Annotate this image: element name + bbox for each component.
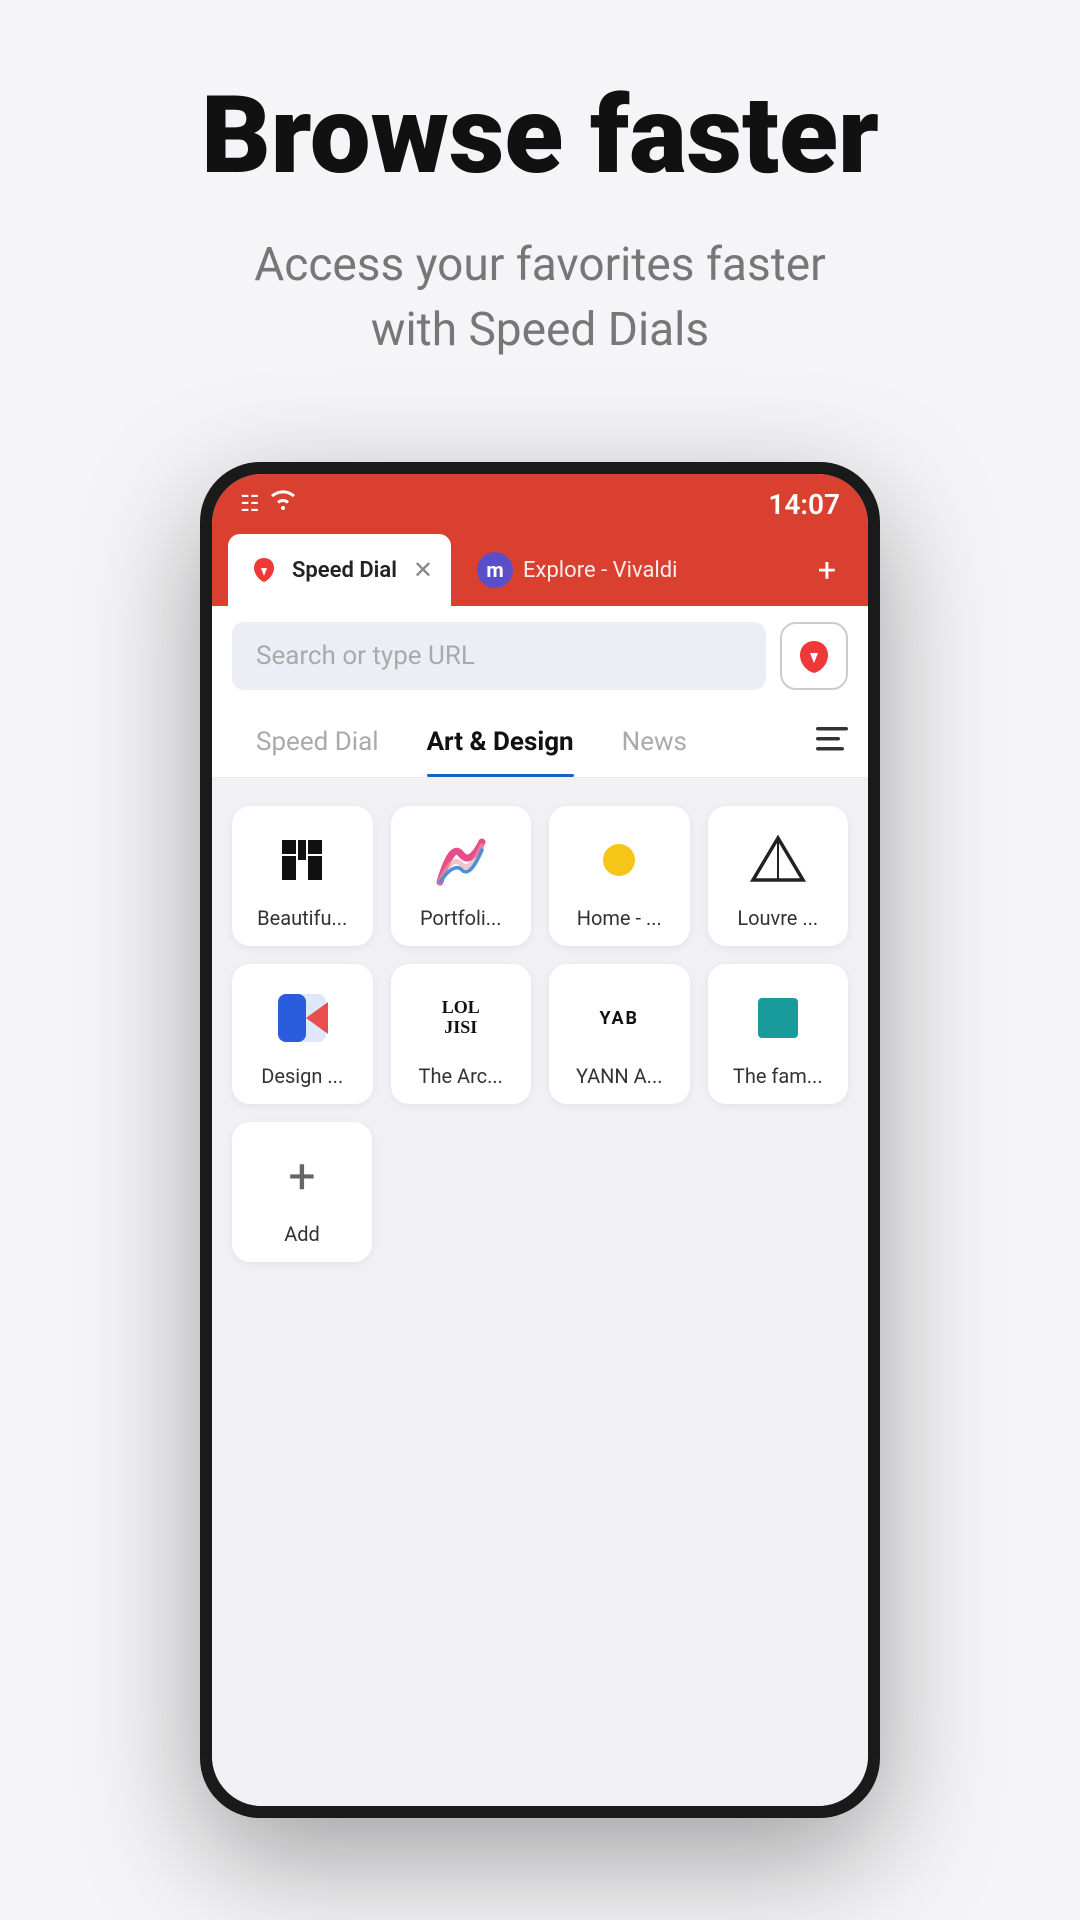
status-time: 14:07 [768,488,840,521]
search-row: Search or type URL [212,606,868,706]
status-icons: ☷ [240,490,296,518]
grid-row-2: Design ... LOLJISI The Arc... YAB [232,964,848,1104]
add-tab-button[interactable]: + [802,534,852,606]
home-icon [587,828,651,892]
louvre-label: Louvre ... [720,906,837,930]
phone-screen: ☷ 14:07 Speed Dial ✕ [212,474,868,1806]
dial-design[interactable]: Design ... [232,964,373,1104]
vivaldi-logo-icon [246,552,282,588]
mastodon-logo-icon: m [477,552,513,588]
grid-row-1: Beautifu... Portfoli... [232,806,848,946]
art-design-nav-label: Art & Design [427,727,574,757]
yann-icon: YAB [587,986,651,1050]
search-bar[interactable]: Search or type URL [232,622,766,690]
dial-louvre[interactable]: Louvre ... [708,806,849,946]
search-placeholder: Search or type URL [256,641,475,671]
news-nav-label: News [622,727,687,757]
portfolio-icon [429,828,493,892]
beautifulu-icon [270,828,334,892]
phone-mockup: ☷ 14:07 Speed Dial ✕ [200,462,880,1818]
tab-speed-dial-nav[interactable]: Speed Dial [232,706,403,777]
tab-explore[interactable]: m Explore - Vivaldi [459,534,794,606]
arc-label: The Arc... [403,1064,520,1088]
yann-label: YANN A... [561,1064,678,1088]
add-label: Add [284,1222,320,1246]
add-icon: + [270,1144,334,1208]
fam-icon [746,986,810,1050]
fam-label: The fam... [720,1064,837,1088]
vivaldi-menu-button[interactable] [780,622,848,690]
close-tab-icon[interactable]: ✕ [413,556,433,584]
tab-bar: Speed Dial ✕ m Explore - Vivaldi + [212,534,868,606]
nav-menu-icon[interactable] [816,725,848,758]
arc-icon: LOLJISI [429,986,493,1050]
dial-arc[interactable]: LOLJISI The Arc... [391,964,532,1104]
design-icon [270,986,334,1050]
hero-title: Browse faster [60,80,1020,193]
nav-tabs: Speed Dial Art & Design News [212,706,868,778]
document-icon: ☷ [240,492,260,517]
tab-speed-dial[interactable]: Speed Dial ✕ [228,534,451,606]
add-speed-dial-button[interactable]: + Add [232,1122,372,1262]
speed-dial-grid: Beautifu... Portfoli... [212,778,868,1290]
dial-fam[interactable]: The fam... [708,964,849,1104]
hero-section: Browse faster Access your favorites fast… [0,0,1080,402]
tab-news-nav[interactable]: News [598,706,711,777]
dial-yann[interactable]: YAB YANN A... [549,964,690,1104]
tab-art-design-nav[interactable]: Art & Design [403,706,598,777]
home-label: Home - ... [561,906,678,930]
louvre-icon [746,828,810,892]
beautifulu-label: Beautifu... [244,906,361,930]
vivaldi-v-icon [795,637,833,675]
dial-portfolio[interactable]: Portfoli... [391,806,532,946]
add-tab-icon: + [818,551,836,589]
hero-subtitle: Access your favorites fasterwith Speed D… [60,233,1020,362]
speed-dial-tab-label: Speed Dial [292,558,397,583]
status-bar: ☷ 14:07 [212,474,868,534]
grid-row-add: + Add [232,1122,848,1262]
speed-dial-nav-label: Speed Dial [256,727,379,757]
explore-tab-label: Explore - Vivaldi [523,558,678,583]
browser-content: Search or type URL Speed Dial Art & Desi… [212,606,868,1806]
dial-beautifulu[interactable]: Beautifu... [232,806,373,946]
design-label: Design ... [244,1064,361,1088]
dial-home[interactable]: Home - ... [549,806,690,946]
wifi-icon [270,490,296,518]
portfolio-label: Portfoli... [403,906,520,930]
